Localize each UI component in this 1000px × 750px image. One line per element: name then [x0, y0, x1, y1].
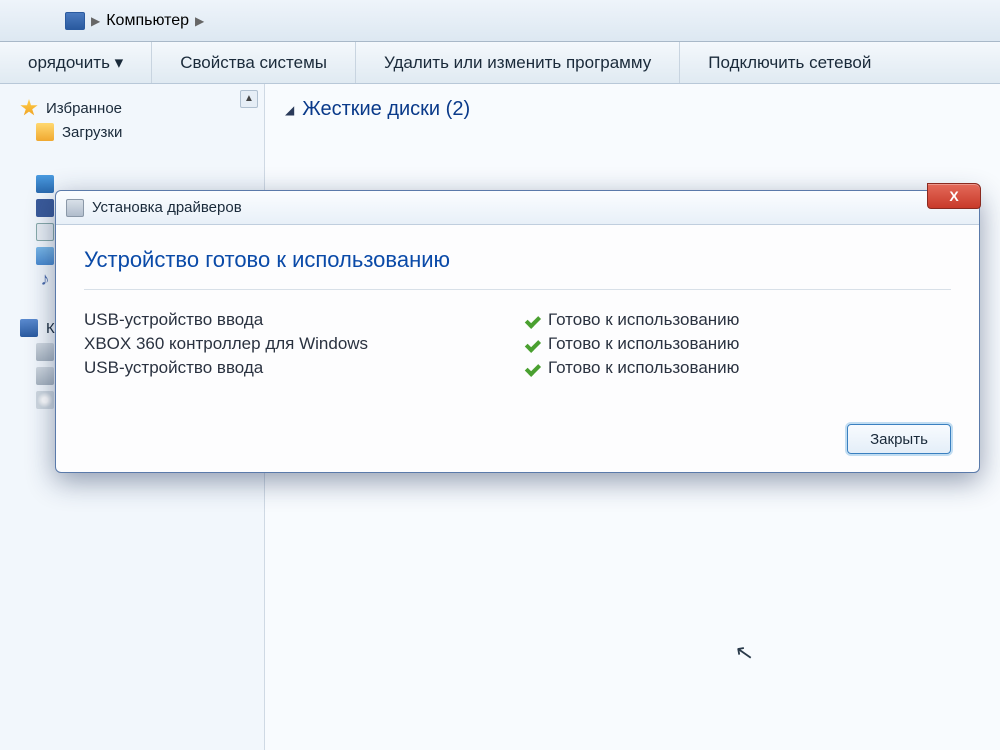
device-name: XBOX 360 контроллер для Windows — [84, 334, 524, 354]
address-bar: ▶ Компьютер ▶ — [0, 0, 1000, 42]
map-network-drive-button[interactable]: Подключить сетевой — [679, 42, 899, 83]
dialog-title: Установка драйверов — [92, 199, 242, 216]
sidebar-item-downloads[interactable]: Загрузки — [0, 120, 264, 144]
check-icon — [524, 311, 542, 329]
uninstall-program-button[interactable]: Удалить или изменить программу — [355, 42, 679, 83]
sidebar-item-label: Избранное — [46, 100, 122, 117]
section-hard-drives[interactable]: ◢ Жесткие диски (2) — [285, 98, 980, 121]
device-name: USB-устройство ввода — [84, 310, 524, 330]
collapse-icon: ◢ — [285, 103, 294, 117]
computer-icon — [65, 12, 85, 30]
drive-icon — [36, 367, 54, 385]
libraries-icon — [36, 175, 54, 193]
computer-icon — [20, 319, 38, 337]
check-icon — [524, 359, 542, 377]
picture-icon — [36, 247, 54, 265]
music-icon: ♪ — [36, 271, 54, 289]
disc-icon — [36, 391, 54, 409]
document-icon — [36, 223, 54, 241]
close-icon: X — [949, 188, 958, 204]
dialog-titlebar[interactable]: Установка драйверов X — [56, 191, 979, 225]
dialog-heading: Устройство готово к использованию — [84, 247, 951, 290]
device-status: Готово к использованию — [548, 310, 739, 330]
chevron-right-icon: ▶ — [195, 14, 204, 28]
device-status: Готово к использованию — [548, 334, 739, 354]
drive-icon — [36, 343, 54, 361]
device-row: XBOX 360 контроллер для Windows Готово к… — [84, 332, 951, 356]
star-icon — [20, 99, 38, 117]
close-dialog-button[interactable]: Закрыть — [847, 424, 951, 454]
device-name: USB-устройство ввода — [84, 358, 524, 378]
installer-icon — [66, 199, 84, 217]
sidebar-item-label: Загрузки — [62, 124, 122, 141]
breadcrumb-location[interactable]: Компьютер — [106, 12, 189, 30]
sidebar-item-favorites[interactable]: Избранное — [0, 96, 264, 120]
system-properties-button[interactable]: Свойства системы — [151, 42, 355, 83]
driver-install-dialog: Установка драйверов X Устройство готово … — [55, 190, 980, 473]
close-button[interactable]: X — [927, 183, 981, 209]
device-row: USB-устройство ввода Готово к использова… — [84, 308, 951, 332]
organize-menu[interactable]: орядочить ▾ — [0, 42, 151, 83]
chevron-right-icon: ▶ — [91, 14, 100, 28]
section-title: Жесткие диски (2) — [302, 98, 470, 121]
scroll-up-icon[interactable]: ▲ — [240, 90, 258, 108]
check-icon — [524, 335, 542, 353]
dialog-body: Устройство готово к использованию USB-ус… — [56, 225, 979, 472]
device-row: USB-устройство ввода Готово к использова… — [84, 356, 951, 380]
folder-icon — [36, 123, 54, 141]
breadcrumb[interactable]: ▶ Компьютер ▶ — [65, 12, 204, 30]
video-icon — [36, 199, 54, 217]
device-status: Готово к использованию — [548, 358, 739, 378]
toolbar: орядочить ▾ Свойства системы Удалить или… — [0, 42, 1000, 84]
